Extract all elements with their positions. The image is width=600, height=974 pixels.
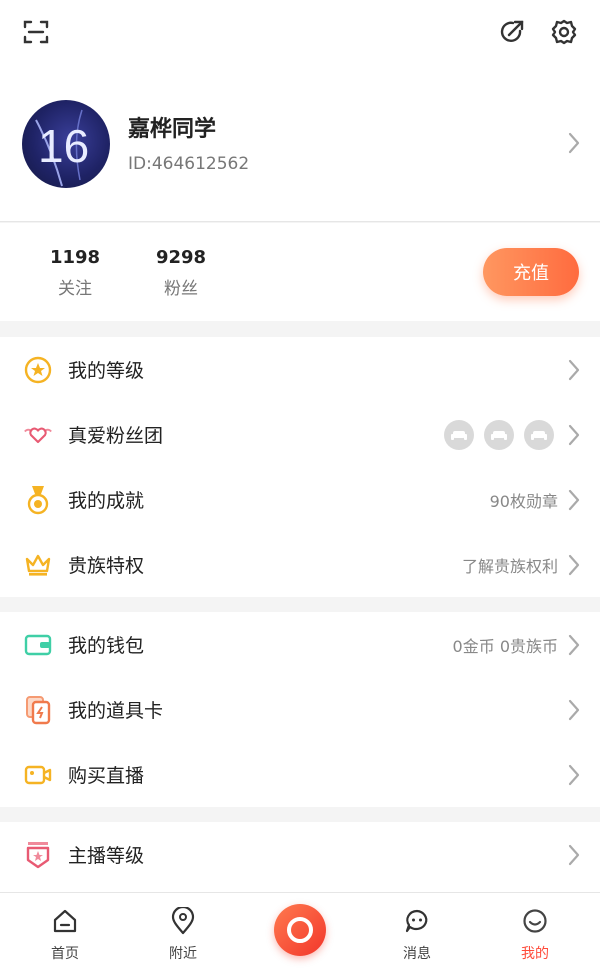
wallet-icon [23, 630, 53, 660]
tab-mine[interactable]: 我的 [500, 907, 570, 963]
chevron-right-icon [568, 634, 580, 660]
menu-value: 90枚勋章 [489, 491, 558, 511]
avatar-text: 16 [38, 120, 89, 172]
menu-group-3: 主播等级 [0, 822, 600, 892]
menu-item-buy-live[interactable]: 购买直播 [0, 742, 600, 807]
go-live-button[interactable] [274, 904, 326, 956]
chevron-right-icon [568, 359, 580, 385]
crown-icon [23, 550, 53, 580]
tab-label: 我的 [521, 946, 549, 962]
menu-label: 贵族特权 [68, 555, 145, 577]
menu-item-fan-club[interactable]: 真爱粉丝团 [0, 402, 600, 467]
chevron-right-icon [568, 764, 580, 790]
profile-card[interactable]: 16 嘉桦同学 ID:464612562 [0, 66, 600, 222]
fans-count: 9298 [155, 247, 207, 268]
chevron-right-icon [568, 424, 580, 450]
chat-bubble-icon [382, 907, 452, 935]
menu-label: 主播等级 [68, 845, 145, 867]
medal-icon [23, 485, 53, 515]
menu-group-2: 我的钱包 0金币 0贵族币 我的道具卡 购买直播 [0, 612, 600, 807]
home-icon [30, 907, 100, 935]
tab-label: 附近 [169, 946, 197, 962]
follow-stat[interactable]: 1198 关注 [35, 247, 115, 299]
menu-item-privilege[interactable]: 贵族特权 了解贵族权利 [0, 532, 600, 597]
scan-icon[interactable] [18, 14, 54, 50]
stats-bar: 1198 关注 9298 粉丝 充值 [0, 223, 600, 321]
menu-item-level[interactable]: 我的等级 [0, 337, 600, 402]
location-pin-icon [148, 907, 218, 935]
level-star-icon [23, 355, 53, 385]
menu-label: 我的道具卡 [68, 700, 164, 722]
menu-group-1: 我的等级 真爱粉丝团 我的成就 90枚勋章 贵族特权 了解贵族权利 [0, 337, 600, 597]
heart-wings-icon [23, 420, 53, 450]
video-camera-icon [23, 760, 53, 790]
chevron-right-icon [568, 699, 580, 725]
menu-item-prop-card[interactable]: 我的道具卡 [0, 677, 600, 742]
chevron-right-icon [568, 489, 580, 515]
settings-gear-icon[interactable] [546, 14, 582, 50]
sofa-badge-icon [484, 420, 514, 450]
top-bar [0, 0, 600, 66]
prop-card-icon [23, 695, 53, 725]
anchor-badge-icon [23, 840, 53, 870]
menu-label: 我的成就 [68, 490, 145, 512]
share-icon[interactable] [494, 14, 530, 50]
chevron-right-icon [568, 844, 580, 870]
menu-item-wallet[interactable]: 我的钱包 0金币 0贵族币 [0, 612, 600, 677]
user-name: 嘉桦同学 [128, 117, 217, 142]
follow-count: 1198 [49, 247, 101, 268]
user-id: ID:464612562 [128, 154, 250, 174]
menu-label: 我的等级 [68, 360, 145, 382]
menu-item-anchor-level[interactable]: 主播等级 [0, 822, 600, 887]
fans-label: 粉丝 [164, 279, 198, 299]
menu-value: 0金币 0贵族币 [452, 636, 558, 656]
tab-label: 消息 [403, 946, 431, 962]
menu-value: 了解贵族权利 [461, 556, 558, 576]
live-ring-icon [287, 917, 313, 943]
smile-face-icon [500, 907, 570, 935]
avatar[interactable]: 16 [22, 100, 110, 188]
chevron-right-icon [568, 132, 580, 158]
tab-label: 首页 [51, 946, 79, 962]
menu-item-achievement[interactable]: 我的成就 90枚勋章 [0, 467, 600, 532]
tab-nearby[interactable]: 附近 [148, 907, 218, 963]
recharge-button[interactable]: 充值 [483, 248, 579, 296]
tab-messages[interactable]: 消息 [382, 907, 452, 963]
chevron-right-icon [568, 554, 580, 580]
sofa-badge-icon [444, 420, 474, 450]
fans-stat[interactable]: 9298 粉丝 [141, 247, 221, 299]
menu-label: 真爱粉丝团 [68, 425, 164, 447]
menu-label: 我的钱包 [68, 635, 145, 657]
bottom-tab-bar: 首页 附近 消息 我的 [0, 892, 600, 974]
tab-home[interactable]: 首页 [30, 907, 100, 963]
follow-label: 关注 [58, 279, 92, 299]
menu-label: 购买直播 [68, 765, 145, 787]
sofa-badge-icon [524, 420, 554, 450]
fan-badges [444, 420, 554, 450]
